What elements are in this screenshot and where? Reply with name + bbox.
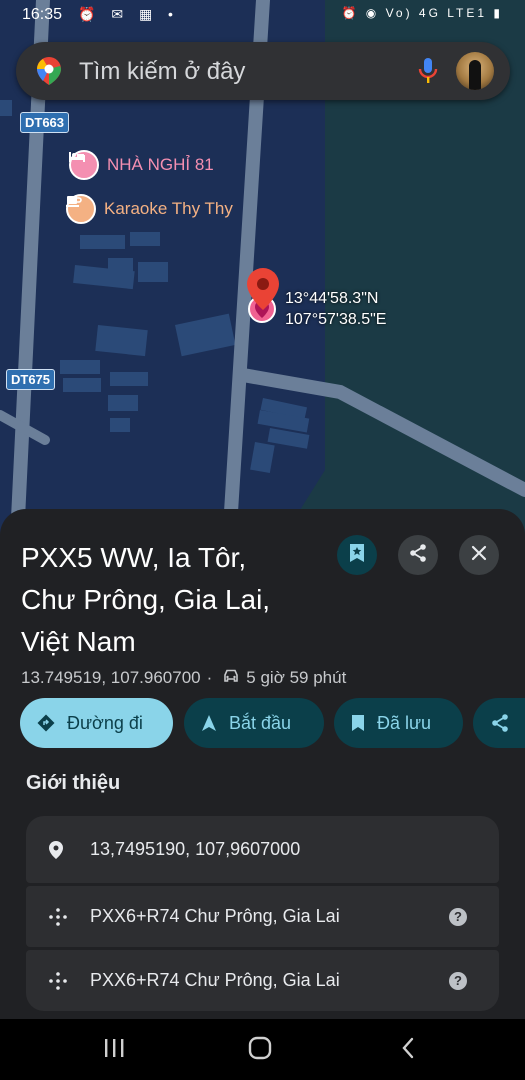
road-label-dt675: DT675 <box>6 369 56 390</box>
place-coordinates: 13.749519, 107.960700 <box>21 668 201 687</box>
place-title-line: Chư Prông, Gia Lai, <box>21 584 271 615</box>
share-chip-button[interactable] <box>473 698 525 748</box>
location-pin-icon <box>48 840 64 860</box>
navigation-icon <box>201 714 217 732</box>
share-icon <box>408 543 428 568</box>
close-button[interactable] <box>459 535 499 575</box>
poi-label: Karaoke Thy Thy <box>104 199 233 218</box>
system-navigation-bar <box>0 1019 525 1080</box>
plus-code-row[interactable]: PXX6+R74 Chư Prông, Gia Lai ? <box>26 886 499 947</box>
start-button[interactable]: Bắt đầu <box>184 698 324 748</box>
network-text: Vo) 4G LTE1 <box>385 6 488 20</box>
coordinates-row[interactable]: 13,7495190, 107,9607000 <box>26 816 499 883</box>
bed-icon <box>69 150 99 180</box>
dropped-pin-marker <box>247 268 279 323</box>
poi-karaoke-thy-thy[interactable]: Karaoke Thy Thy <box>66 194 233 224</box>
place-subtitle: 13.749519, 107.960700 · 5 giờ 59 phút <box>21 668 346 688</box>
status-time: 16:35 <box>22 6 63 23</box>
system-status-icons: ⏰ ◉ Vo) 4G LTE1 ▮ <box>341 6 503 20</box>
close-icon <box>471 545 487 566</box>
directions-icon <box>37 714 55 732</box>
bookmark-icon <box>348 543 366 568</box>
coordinates-text: 13,7495190, 107,9607000 <box>90 839 301 859</box>
saved-button[interactable]: Đã lưu <box>334 698 463 748</box>
recent-apps-icon <box>105 1039 124 1057</box>
plus-code-text: PXX6+R74 Chư Prông, Gia Lai <box>90 970 340 990</box>
back-icon <box>402 1037 414 1059</box>
search-bar[interactable]: Tìm kiếm ở đây <box>16 42 510 100</box>
home-icon <box>248 1036 272 1060</box>
avatar[interactable] <box>456 52 494 90</box>
help-icon[interactable]: ? <box>449 907 467 926</box>
saved-label: Đã lưu <box>377 712 432 733</box>
recent-apps-button[interactable] <box>100 1033 128 1063</box>
directions-button[interactable]: Đường đi <box>20 698 173 748</box>
plus-code-icon <box>48 907 68 927</box>
map-view[interactable]: 16:35 ⏰ ✉ ▦ • ⏰ ◉ Vo) 4G LTE1 ▮ Tìm kiếm… <box>0 0 525 560</box>
place-title-line: Việt Nam <box>21 626 136 657</box>
poi-nha-nghi-81[interactable]: NHÀ NGHỈ 81 <box>69 150 214 180</box>
place-details-sheet[interactable]: PXX5 WW, Ia Tôr, Chư Prông, Gia Lai, Việ… <box>0 509 525 1019</box>
plus-code-row[interactable]: PXX6+R74 Chư Prông, Gia Lai ? <box>26 950 499 1011</box>
car-icon <box>222 668 240 688</box>
place-title: PXX5 WW, Ia Tôr, Chư Prông, Gia Lai, Việ… <box>21 537 331 663</box>
home-button[interactable] <box>245 1033 275 1063</box>
help-icon[interactable]: ? <box>449 971 467 990</box>
back-button[interactable] <box>395 1033 421 1063</box>
dropped-pin-coordinates: 13°44'58.3"N 107°57'38.5"E <box>285 288 386 330</box>
place-title-line: PXX5 WW, Ia Tôr, <box>21 542 247 573</box>
pin-latitude: 13°44'58.3"N <box>285 290 379 307</box>
drive-time: 5 giờ 59 phút <box>246 668 347 687</box>
share-icon <box>490 713 510 733</box>
save-place-button[interactable] <box>337 535 377 575</box>
cup-icon <box>66 194 96 224</box>
poi-label: NHÀ NGHỈ 81 <box>107 155 214 174</box>
notification-icons: ⏰ ✉ ▦ • <box>78 6 179 22</box>
status-bar: 16:35 ⏰ ✉ ▦ • ⏰ ◉ Vo) 4G LTE1 ▮ <box>0 0 525 30</box>
about-heading: Giới thiệu <box>26 772 121 794</box>
separator: · <box>206 668 213 687</box>
road-label-dt663: DT663 <box>20 112 70 133</box>
share-button[interactable] <box>398 535 438 575</box>
start-label: Bắt đầu <box>229 712 292 733</box>
pin-longitude: 107°57'38.5"E <box>285 311 387 328</box>
bookmark-icon <box>351 714 365 732</box>
plus-code-text: PXX6+R74 Chư Prông, Gia Lai <box>90 906 340 926</box>
directions-label: Đường đi <box>67 712 143 733</box>
plus-code-icon <box>48 971 68 991</box>
search-input[interactable]: Tìm kiếm ở đây <box>79 58 245 86</box>
